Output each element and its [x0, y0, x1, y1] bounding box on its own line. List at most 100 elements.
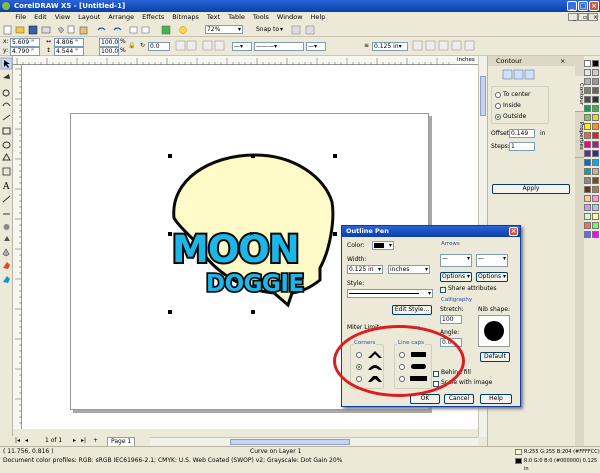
inside-radio[interactable] — [495, 103, 501, 109]
palette-swatch[interactable] — [592, 132, 599, 139]
palette-swatch[interactable] — [592, 222, 599, 229]
palette-swatch[interactable] — [584, 87, 591, 94]
palette-swatch[interactable] — [592, 114, 599, 121]
palette-swatch[interactable] — [592, 141, 599, 148]
menu-layout[interactable]: Layout — [74, 12, 104, 23]
height-input[interactable]: 4.544 " — [54, 47, 84, 56]
doc-minimize-button[interactable]: _ — [568, 13, 578, 21]
outside-radio[interactable] — [495, 114, 501, 120]
cancel-button[interactable]: Cancel — [444, 394, 474, 404]
selection-handle[interactable] — [168, 310, 172, 314]
menu-effects[interactable]: Effects — [138, 12, 168, 23]
menu-text[interactable]: Text — [203, 12, 224, 23]
palette-swatch[interactable] — [584, 222, 591, 229]
palette-swatch[interactable] — [584, 177, 591, 184]
palette-swatch[interactable] — [592, 69, 599, 76]
palette-swatch[interactable] — [584, 231, 591, 238]
palette-swatch[interactable] — [584, 96, 591, 103]
selection-handle[interactable] — [333, 232, 337, 236]
selection-handle[interactable] — [168, 232, 172, 236]
palette-swatch[interactable] — [592, 204, 599, 211]
palette-swatch[interactable] — [592, 78, 599, 85]
width-select[interactable]: 0.125 in — [347, 265, 383, 274]
palette-swatch[interactable] — [592, 96, 599, 103]
maximize-button[interactable]: □ — [578, 1, 588, 11]
line-style-select[interactable] — [347, 289, 433, 298]
last-page-button[interactable]: ▸| — [81, 437, 86, 445]
contour-preset-buttons[interactable] — [502, 69, 542, 81]
to-center-radio[interactable] — [495, 92, 501, 98]
x-position-input[interactable]: 5.609 " — [10, 38, 40, 47]
tab-contour[interactable]: Contour — [575, 76, 584, 112]
palette-swatch[interactable] — [592, 231, 599, 238]
dialog-close-button[interactable]: × — [509, 227, 518, 236]
start-arrow-select[interactable]: —▾ — [232, 42, 252, 51]
default-button[interactable]: Default — [480, 352, 510, 362]
palette-swatch[interactable] — [584, 204, 591, 211]
toolbox-icons[interactable]: A — [0, 56, 13, 436]
palette-swatch[interactable] — [584, 168, 591, 175]
menu-window[interactable]: Window — [273, 12, 307, 23]
tab-properties[interactable]: Properties — [575, 114, 584, 158]
menu-tools[interactable]: Tools — [249, 12, 273, 23]
menu-arrange[interactable]: Arrange — [104, 12, 138, 23]
arrow-options-right-button[interactable]: Options ▾ — [476, 272, 508, 282]
y-position-input[interactable]: 4.790 " — [10, 47, 40, 56]
palette-swatch[interactable] — [592, 87, 599, 94]
offset-input[interactable]: 0.149 — [509, 129, 535, 138]
minimize-button[interactable]: _ — [567, 1, 577, 11]
width-input[interactable]: 4.806 " — [54, 38, 84, 47]
palette-swatch[interactable] — [592, 168, 599, 175]
chevron-down-icon[interactable]: ▾ — [280, 26, 283, 34]
stretch-input[interactable]: 100 — [440, 315, 462, 324]
snap-to-label[interactable]: Snap to — [256, 26, 279, 34]
palette-swatch[interactable] — [584, 213, 591, 220]
palette-swatch[interactable] — [592, 105, 599, 112]
color-picker[interactable] — [372, 241, 394, 250]
first-page-button[interactable]: |◂ — [15, 437, 20, 445]
palette-swatch[interactable] — [584, 78, 591, 85]
palette-swatch[interactable] — [592, 159, 599, 166]
zoom-level-select[interactable]: 72% ▾ — [205, 25, 243, 34]
palette-swatch[interactable] — [584, 186, 591, 193]
selection-handle[interactable] — [333, 154, 337, 158]
menu-edit[interactable]: Edit — [30, 12, 51, 23]
selection-handle[interactable] — [251, 154, 255, 158]
menu-file[interactable]: File — [11, 12, 30, 23]
lock-ratio-icon[interactable]: 🔒 — [128, 42, 135, 50]
horizontal-scrollbar[interactable] — [150, 437, 478, 446]
end-arrow-select[interactable]: — — [476, 254, 508, 267]
scroll-thumb[interactable] — [230, 439, 350, 445]
palette-swatch[interactable] — [592, 123, 599, 130]
scale-x-input[interactable]: 100.0 — [99, 38, 119, 47]
palette-swatch[interactable] — [592, 177, 599, 184]
help-button[interactable]: Help — [480, 394, 512, 404]
palette-swatch[interactable] — [592, 195, 599, 202]
palette-swatch[interactable] — [592, 213, 599, 220]
close-button[interactable]: × — [589, 1, 599, 11]
start-arrow-select[interactable]: — — [440, 254, 472, 267]
edit-style-button[interactable]: Edit Style... — [392, 305, 432, 315]
arrow-options-left-button[interactable]: Options ▾ — [440, 272, 472, 282]
steps-input[interactable]: 1 — [509, 142, 535, 151]
rotation-angle-input[interactable]: 0.0 — [148, 42, 170, 51]
docker-close-icon[interactable]: × — [560, 56, 565, 66]
scroll-thumb[interactable] — [480, 76, 486, 116]
width-units-select[interactable]: inches — [388, 265, 430, 274]
palette-swatch[interactable] — [584, 159, 591, 166]
nib-shape-preview[interactable] — [478, 315, 510, 347]
palette-swatch[interactable] — [584, 132, 591, 139]
standard-toolbar-icons[interactable] — [2, 25, 202, 35]
mirror-buttons[interactable] — [175, 40, 230, 52]
apply-button[interactable]: Apply — [492, 184, 570, 194]
horizontal-ruler[interactable]: inches — [13, 56, 478, 65]
palette-swatch[interactable] — [584, 105, 591, 112]
color-profiles-info[interactable]: Document color profiles: RGB: sRGB IEC61… — [3, 457, 342, 465]
palette-swatch[interactable] — [592, 60, 599, 67]
doc-close-button[interactable]: × — [588, 13, 598, 21]
add-page-button[interactable]: + — [93, 437, 98, 445]
property-bar-icons[interactable] — [412, 40, 482, 52]
toolbar-extra-icons[interactable] — [290, 25, 330, 35]
prev-page-button[interactable]: ◂ — [25, 437, 28, 445]
selection-handle[interactable] — [251, 310, 255, 314]
